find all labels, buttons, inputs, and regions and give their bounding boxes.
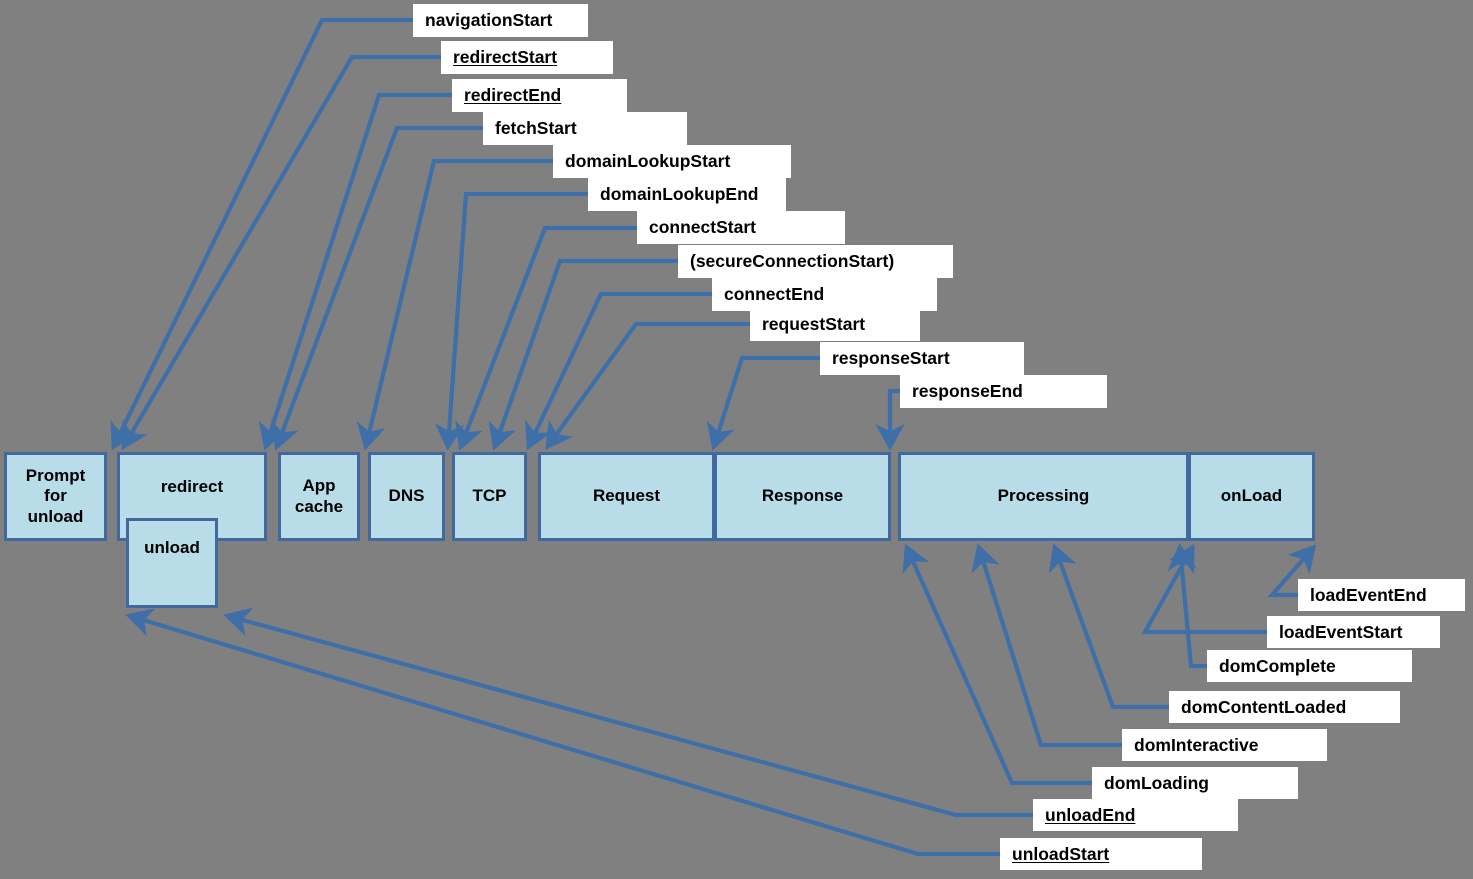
callout-label-domainLookupEnd: domainLookupEnd bbox=[600, 184, 759, 204]
navigation-timing-diagram: Prompt for unload redirect unload App cache… bbox=[0, 0, 1473, 879]
phase-request[interactable]: Request bbox=[538, 452, 715, 541]
callout-domainLookupStart[interactable]: domainLookupStart bbox=[553, 145, 791, 178]
callout-loadEventStart[interactable]: loadEventStart bbox=[1267, 616, 1440, 648]
phase-label-tcp: TCP bbox=[472, 486, 507, 506]
phase-app-cache[interactable]: App cache bbox=[278, 452, 360, 541]
callout-fetchStart[interactable]: fetchStart bbox=[483, 112, 687, 145]
wire-domainLookupEnd bbox=[434, 191, 588, 451]
callout-label-domComplete: domComplete bbox=[1219, 655, 1336, 676]
callout-label-loadEventEnd: loadEventEnd bbox=[1310, 584, 1427, 605]
wire-unloadEnd bbox=[223, 607, 1033, 818]
callout-connectEnd[interactable]: connectEnd bbox=[712, 278, 937, 311]
callout-unloadEnd[interactable]: unloadEnd bbox=[1033, 799, 1238, 831]
callout-unloadStart[interactable]: unloadStart bbox=[1000, 838, 1202, 870]
callout-domComplete[interactable]: domComplete bbox=[1207, 650, 1412, 682]
wire-domInteractive bbox=[971, 543, 1122, 748]
callout-label-unloadStart: unloadStart bbox=[1012, 843, 1110, 864]
phase-label-request: Request bbox=[592, 486, 661, 506]
callout-label-connectEnd: connectEnd bbox=[724, 284, 825, 304]
wire-navigationStart bbox=[110, 17, 413, 451]
callout-domainLookupEnd[interactable]: domainLookupEnd bbox=[588, 178, 786, 211]
callout-domInteractive[interactable]: domInteractive bbox=[1122, 729, 1327, 761]
callout-label-requestStart: requestStart bbox=[762, 314, 866, 334]
phase-label-dns: DNS bbox=[388, 486, 425, 506]
wire-loadEventStart bbox=[1141, 543, 1267, 635]
callout-label-redirectEnd: redirectEnd bbox=[464, 85, 562, 105]
wire-redirectStart bbox=[121, 54, 441, 451]
wire-connectStart bbox=[455, 225, 637, 451]
phase-label-onload: onLoad bbox=[1220, 486, 1283, 506]
phase-label-prompt-for-unload: Prompt for unload bbox=[25, 466, 86, 526]
callout-label-fetchStart: fetchStart bbox=[495, 118, 577, 138]
wire-domComplete bbox=[1167, 543, 1207, 669]
phase-label-response: Response bbox=[761, 486, 844, 506]
wire-responseEnd bbox=[875, 388, 905, 451]
callout-label-domLoading: domLoading bbox=[1104, 772, 1209, 793]
phase-response[interactable]: Response bbox=[714, 452, 891, 541]
callout-loadEventEnd[interactable]: loadEventEnd bbox=[1298, 579, 1465, 611]
wire-redirectEnd bbox=[258, 92, 452, 451]
callout-label-loadEventStart: loadEventStart bbox=[1279, 621, 1403, 642]
callout-label-domContentLoaded: domContentLoaded bbox=[1181, 696, 1347, 717]
callout-redirectStart[interactable]: redirectStart bbox=[441, 41, 613, 74]
callout-label-redirectStart: redirectStart bbox=[453, 47, 558, 67]
phase-prompt-for-unload[interactable]: Prompt for unload bbox=[4, 452, 107, 541]
callout-requestStart[interactable]: requestStart bbox=[750, 308, 920, 341]
callout-label-domInteractive: domInteractive bbox=[1134, 734, 1259, 755]
phase-label-app-cache: App cache bbox=[294, 476, 344, 516]
wire-domainLookupStart bbox=[356, 158, 553, 451]
callout-label-connectStart: connectStart bbox=[649, 217, 756, 237]
wire-connectEnd bbox=[525, 291, 712, 451]
callout-label-secureConnectionStart: (secureConnectionStart) bbox=[690, 251, 895, 271]
phase-label-redirect: redirect bbox=[160, 477, 224, 497]
phase-label-processing: Processing bbox=[997, 486, 1090, 506]
callout-connectStart[interactable]: connectStart bbox=[637, 211, 845, 244]
phase-label-unload: unload bbox=[144, 537, 200, 557]
callout-label-responseEnd: responseEnd bbox=[912, 381, 1023, 401]
callout-domLoading[interactable]: domLoading bbox=[1092, 767, 1298, 799]
wire-responseStart bbox=[706, 355, 820, 451]
phase-unload[interactable]: unload bbox=[126, 518, 218, 608]
wire-requestStart bbox=[545, 321, 750, 450]
phase-onload[interactable]: onLoad bbox=[1188, 452, 1315, 541]
callout-secureConnectionStart[interactable]: (secureConnectionStart) bbox=[678, 245, 953, 278]
callout-label-navigationStart: navigationStart bbox=[425, 10, 553, 30]
wire-fetchStart bbox=[271, 125, 483, 451]
callout-redirectEnd[interactable]: redirectEnd bbox=[452, 79, 627, 112]
phase-tcp[interactable]: TCP bbox=[452, 452, 527, 541]
phase-processing[interactable]: Processing bbox=[898, 452, 1189, 541]
wire-domLoading bbox=[902, 543, 1092, 786]
wire-secureConnectionStart bbox=[488, 258, 678, 451]
callout-responseEnd[interactable]: responseEnd bbox=[900, 375, 1107, 408]
callout-label-unloadEnd: unloadEnd bbox=[1045, 804, 1136, 825]
phase-dns[interactable]: DNS bbox=[368, 452, 445, 541]
callout-domContentLoaded[interactable]: domContentLoaded bbox=[1169, 691, 1400, 723]
callout-navigationStart[interactable]: navigationStart bbox=[413, 4, 588, 37]
wire-unloadStart bbox=[125, 608, 1000, 857]
callout-responseStart[interactable]: responseStart bbox=[820, 342, 1024, 375]
wire-domContentLoaded bbox=[1048, 543, 1169, 710]
callout-label-domainLookupStart: domainLookupStart bbox=[565, 151, 731, 171]
callout-label-responseStart: responseStart bbox=[832, 348, 950, 368]
